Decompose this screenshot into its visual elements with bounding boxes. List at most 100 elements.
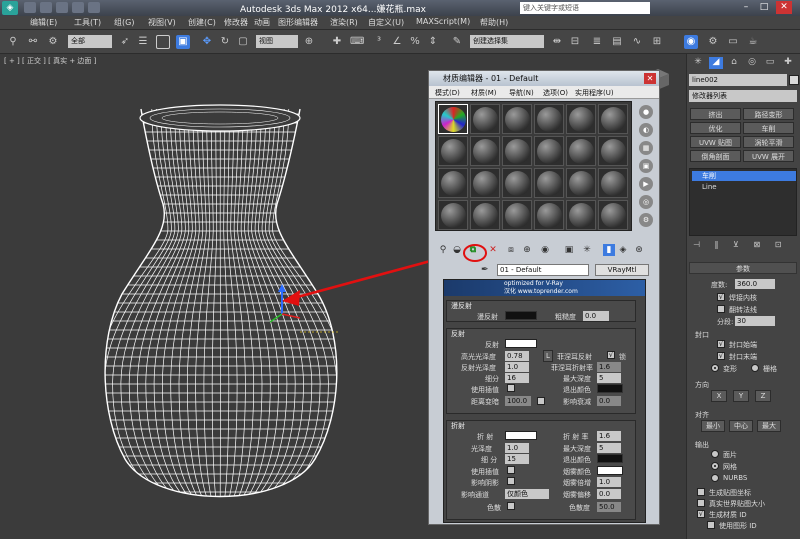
material-sample-slot[interactable] [438,168,468,198]
material-sample-slot[interactable] [534,136,564,166]
material-sample-slot[interactable] [534,200,564,230]
segments-input[interactable]: 30 [735,316,775,326]
unlink-icon[interactable]: ⚯ [26,35,40,49]
rendered-frame-icon[interactable]: ▭ [726,35,740,49]
material-type-button[interactable]: VRayMtl [595,264,649,276]
morph-radio[interactable] [711,364,719,372]
align-center-button[interactable]: 中心 [729,420,753,432]
menu-edit[interactable]: 编辑(E) [30,17,57,28]
ref-coord-dropdown[interactable]: 视图 [256,35,298,48]
mirror-icon[interactable]: ⇹ [550,35,564,49]
hilight-lock-button[interactable]: L [543,350,553,362]
optimize-button[interactable]: 优化 [690,122,741,134]
minimize-button[interactable]: – [738,1,754,14]
params-rollout[interactable]: 参数 [689,262,797,274]
hilight-gloss-input[interactable]: 0.78 [505,351,529,361]
refl-exit-color-swatch[interactable] [597,384,623,393]
curve-editor-icon[interactable]: ∿ [630,35,644,49]
gen-mat-ids-checkbox[interactable]: √ [697,510,705,518]
mat-menu-material[interactable]: 材质(M) [471,88,497,98]
material-sample-slot[interactable] [598,104,628,134]
dim-falloff-input[interactable]: 0.0 [597,396,621,406]
background-icon[interactable]: ▦ [639,141,653,155]
reflect-color-swatch[interactable] [505,339,537,348]
search-input[interactable]: 键入关键字或短语 [520,2,650,14]
dir-y-button[interactable]: Y [733,390,749,402]
select-manipulate-icon[interactable]: ✚ [330,35,344,49]
put-to-library-icon[interactable]: ⊕ [521,244,533,256]
object-name-field[interactable]: line002 [689,74,787,86]
stack-item-lathe[interactable]: 车削 [692,171,796,181]
fresnel-checkbox[interactable]: √ [607,351,615,359]
turbosmooth-button[interactable]: 涡轮平滑 [743,136,794,148]
stack-tools[interactable]: ⊣ ‖ ⊻ ⊠ ⊡ [693,240,793,250]
pick-material-icon[interactable]: ⊛ [633,244,645,256]
material-sample-slot[interactable] [438,200,468,230]
refl-subdivs-input[interactable]: 16 [505,373,529,383]
material-sample-slot[interactable] [598,200,628,230]
menu-rendering[interactable]: 渲染(R) [330,17,358,28]
video-color-check-icon[interactable]: ▶ [639,177,653,191]
open-file-icon[interactable] [40,2,52,13]
layer-manager-icon[interactable]: ≣ [590,35,604,49]
graphite-tools-icon[interactable]: ▤ [610,35,624,49]
close-button[interactable]: ✕ [776,1,792,14]
material-sample-slot[interactable] [470,104,500,134]
mat-menu-navigation[interactable]: 导航(N) [509,88,534,98]
material-sample-slot[interactable] [470,200,500,230]
material-sample-slot[interactable] [534,104,564,134]
rotate-icon[interactable]: ↻ [218,35,232,49]
output-patch-radio[interactable] [711,450,719,458]
menu-tools[interactable]: 工具(T) [74,17,101,28]
stack-item-line[interactable]: Line [692,182,796,192]
gen-map-coords-checkbox[interactable] [697,488,705,496]
real-world-map-checkbox[interactable] [697,499,705,507]
sample-uv-tiling-icon[interactable]: ▣ [639,159,653,173]
cap-end-checkbox[interactable]: √ [717,352,725,360]
material-sample-slot[interactable] [438,104,468,134]
align-icon[interactable]: ⊟ [568,35,582,49]
material-sample-slot[interactable] [566,168,596,198]
menu-modifiers[interactable]: 修改器 [224,17,248,28]
dir-z-button[interactable]: Z [755,390,771,402]
fresnel-ior-input[interactable]: 1.6 [597,362,621,372]
grid-radio[interactable] [751,364,759,372]
align-max-button[interactable]: 最大 [757,420,781,432]
go-forward-sibling-icon[interactable]: ◈ [617,244,629,256]
undo-icon[interactable] [72,2,84,13]
abbe-input[interactable]: 50.0 [597,502,621,512]
motion-tab-icon[interactable]: ◎ [745,57,759,69]
redo-icon[interactable] [88,2,100,13]
schematic-view-icon[interactable]: ⊞ [650,35,664,49]
weld-core-checkbox[interactable]: √ [717,293,725,301]
output-mesh-radio[interactable] [711,462,719,470]
material-sample-slot[interactable] [598,136,628,166]
uvw-map-button[interactable]: UVW 贴图 [690,136,741,148]
mat-menu-mode[interactable]: 模式(D) [435,88,460,98]
menu-customize[interactable]: 自定义(U) [368,17,404,28]
backlight-icon[interactable]: ◐ [639,123,653,137]
diffuse-color-swatch[interactable] [505,311,537,320]
select-by-name-icon[interactable]: ☰ [136,35,150,49]
menu-animation[interactable]: 动画 [254,17,270,28]
degrees-input[interactable]: 360.0 [735,279,775,289]
menu-views[interactable]: 视图(V) [148,17,176,28]
material-sample-slot[interactable] [534,168,564,198]
material-sample-slot[interactable] [598,168,628,198]
material-id-icon[interactable]: ◉ [539,244,551,256]
affect-channels-dropdown[interactable]: 仅颜色 [505,489,549,499]
make-preview-icon[interactable]: ◎ [639,195,653,209]
menu-group[interactable]: 组(G) [114,17,134,28]
edit-named-sel-icon[interactable]: ✎ [450,35,464,49]
output-nurbs-radio[interactable] [711,474,719,482]
show-end-result-icon[interactable]: ✳ [581,244,593,256]
percent-snap-icon[interactable]: % [408,35,422,49]
material-sample-slot[interactable] [502,168,532,198]
mat-menu-options[interactable]: 选项(O) [543,88,568,98]
material-sample-slot[interactable] [470,136,500,166]
lathe-button[interactable]: 车削 [743,122,794,134]
refr-exit-color-swatch[interactable] [597,454,623,463]
flip-normals-checkbox[interactable] [717,305,725,313]
hierarchy-tab-icon[interactable]: ⌂ [727,57,741,69]
align-min-button[interactable]: 最小 [701,420,725,432]
